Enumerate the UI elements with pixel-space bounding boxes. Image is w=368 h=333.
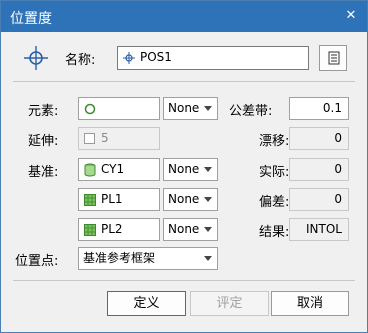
title-bar[interactable]: 位置度 ✕ [1, 1, 367, 32]
actual-label: 实际: [259, 165, 290, 180]
datum-name-1: CY1 [101, 162, 125, 176]
actual-field: 0 [289, 158, 349, 181]
dialog-title: 位置度 [10, 11, 52, 27]
feature-list-icon [328, 51, 340, 65]
close-icon[interactable]: ✕ [341, 6, 361, 26]
datum-name-3: PL2 [101, 222, 123, 236]
plane-icon [84, 194, 96, 206]
datum-mode-value-1: None [168, 162, 200, 176]
datum-mode-value-2: None [168, 192, 200, 206]
actual-value: 0 [334, 162, 342, 176]
datum-mode-select-1[interactable]: None [163, 158, 218, 181]
define-button[interactable]: 定义 [107, 291, 186, 316]
deviation-value: 0 [334, 192, 342, 206]
extend-field[interactable]: 5 [78, 127, 160, 150]
cancel-button[interactable]: 取消 [271, 291, 349, 316]
datum-label: 基准: [28, 165, 59, 180]
drift-value: 0 [334, 131, 342, 145]
datum-field-3[interactable]: PL2 [78, 218, 160, 241]
deviation-label: 偏差: [259, 195, 290, 210]
tolerance-value: 0.1 [322, 101, 342, 115]
extend-checkbox[interactable] [84, 133, 95, 144]
position-point-label: 位置点: [15, 254, 59, 269]
deviation-field: 0 [289, 188, 349, 211]
chevron-down-icon [204, 256, 212, 261]
evaluate-button[interactable]: 评定 [190, 291, 269, 316]
drift-label: 漂移: [259, 134, 290, 149]
position-point-select[interactable]: 基准参考框架 [78, 247, 218, 270]
chevron-down-icon [204, 197, 212, 202]
element-mode-value: None [168, 101, 200, 115]
separator [13, 280, 355, 281]
datum-mode-value-3: None [168, 222, 200, 236]
extend-value: 5 [101, 131, 109, 145]
name-field[interactable]: POS1 [117, 46, 309, 70]
position-crosshair-icon [24, 46, 48, 70]
chevron-down-icon [204, 227, 212, 232]
drift-field: 0 [289, 127, 349, 150]
datum-name-2: PL1 [101, 192, 123, 206]
result-value: INTOL [306, 222, 342, 236]
position-small-icon [123, 52, 135, 64]
plane-icon [84, 224, 96, 236]
datum-field-2[interactable]: PL1 [78, 188, 160, 211]
element-mode-select[interactable]: None [163, 97, 218, 120]
datum-mode-select-2[interactable]: None [163, 188, 218, 211]
element-label: 元素: [28, 104, 59, 119]
datum-field-1[interactable]: CY1 [78, 158, 160, 181]
name-label: 名称: [65, 53, 96, 68]
tolerance-label: 公差带: [229, 104, 273, 119]
circle-icon [84, 103, 96, 115]
result-label: 结果: [259, 225, 290, 240]
chevron-down-icon [204, 106, 212, 111]
extend-label: 延伸: [28, 134, 59, 149]
chevron-down-icon [204, 167, 212, 172]
result-field: INTOL [289, 218, 349, 241]
cylinder-icon [84, 163, 96, 177]
datum-mode-select-3[interactable]: None [163, 218, 218, 241]
tolerance-field[interactable]: 0.1 [289, 97, 349, 120]
position-dialog: 位置度 ✕ 名称: POS1 元素: None 公差带: 0.1 延伸: 5 漂… [0, 0, 368, 333]
feature-list-button[interactable] [319, 45, 347, 71]
separator [13, 81, 355, 82]
position-point-value: 基准参考框架 [83, 251, 156, 265]
element-field[interactable] [78, 97, 160, 120]
name-value: POS1 [140, 50, 172, 64]
